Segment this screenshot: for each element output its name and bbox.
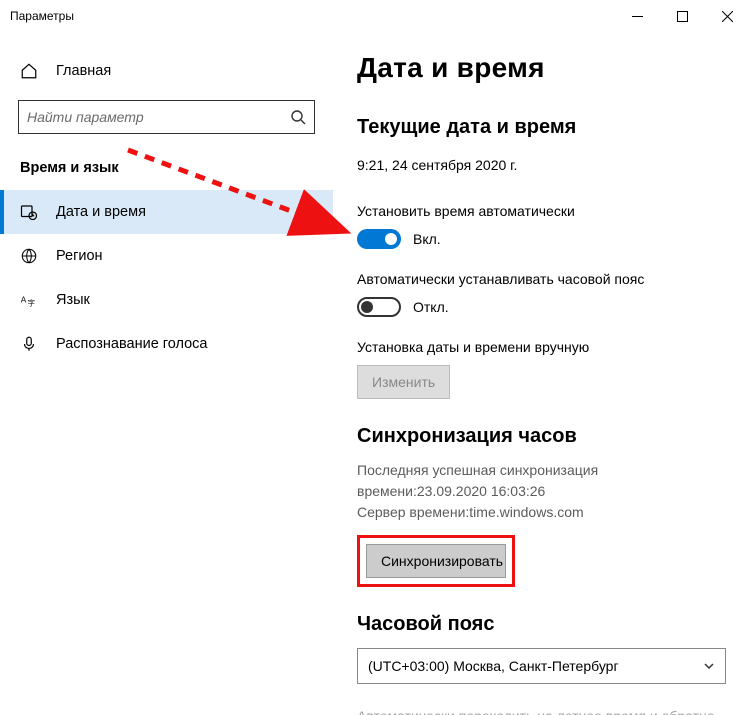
search-input-container[interactable]	[18, 100, 315, 134]
current-heading: Текущие дата и время	[357, 116, 726, 139]
search-icon	[290, 109, 306, 125]
home-icon	[20, 62, 38, 80]
sidebar-item-date-time[interactable]: Дата и время	[0, 190, 333, 234]
sidebar-category: Время и язык	[0, 152, 333, 190]
close-button[interactable]	[705, 0, 750, 32]
current-datetime: 9:21, 24 сентября 2020 г.	[357, 157, 726, 173]
manual-label: Установка даты и времени вручную	[357, 339, 726, 355]
search-input[interactable]	[27, 109, 290, 125]
sync-last: Последняя успешная синхронизация времени…	[357, 460, 726, 502]
tz-heading: Часовой пояс	[357, 613, 726, 636]
calendar-clock-icon	[20, 203, 38, 221]
sync-button[interactable]: Синхронизировать	[366, 544, 506, 578]
sidebar-item-region[interactable]: Регион	[0, 234, 333, 278]
titlebar: Параметры	[0, 0, 750, 32]
minimize-icon	[632, 11, 643, 22]
sidebar: Главная Время и язык Дата и время Регион…	[0, 32, 333, 715]
content-area: Дата и время Текущие дата и время 9:21, …	[333, 32, 750, 715]
sidebar-item-speech[interactable]: Распознавание голоса	[0, 322, 333, 366]
window-controls	[615, 0, 750, 32]
dst-label: Автоматически переходить на летнее время…	[357, 708, 726, 715]
auto-tz-label: Автоматически устанавливать часовой пояс	[357, 271, 726, 287]
microphone-icon	[20, 335, 38, 353]
auto-tz-state: Откл.	[413, 299, 449, 315]
timezone-value: (UTC+03:00) Москва, Санкт-Петербург	[368, 658, 619, 674]
auto-time-label: Установить время автоматически	[357, 203, 726, 219]
window-title: Параметры	[10, 9, 74, 23]
language-icon: A字	[20, 291, 38, 309]
svg-text:字: 字	[28, 297, 36, 307]
sidebar-item-language[interactable]: A字 Язык	[0, 278, 333, 322]
minimize-button[interactable]	[615, 0, 660, 32]
maximize-icon	[677, 11, 688, 22]
auto-tz-toggle[interactable]	[357, 297, 401, 317]
maximize-button[interactable]	[660, 0, 705, 32]
auto-time-toggle[interactable]	[357, 229, 401, 249]
sidebar-home-label: Главная	[56, 63, 111, 79]
timezone-select[interactable]: (UTC+03:00) Москва, Санкт-Петербург	[357, 648, 726, 684]
sidebar-item-label: Дата и время	[56, 204, 146, 220]
change-button: Изменить	[357, 365, 450, 399]
sync-server: Сервер времени:time.windows.com	[357, 502, 726, 523]
auto-time-state: Вкл.	[413, 231, 441, 247]
sidebar-item-label: Язык	[56, 292, 90, 308]
sidebar-item-label: Регион	[56, 248, 103, 264]
globe-icon	[20, 247, 38, 265]
sync-heading: Синхронизация часов	[357, 425, 726, 448]
chevron-down-icon	[703, 660, 715, 672]
sidebar-item-label: Распознавание голоса	[56, 336, 208, 352]
page-title: Дата и время	[357, 52, 726, 84]
sidebar-home[interactable]: Главная	[0, 52, 333, 90]
svg-text:A: A	[21, 295, 27, 304]
highlight-annotation: Синхронизировать	[357, 535, 515, 587]
close-icon	[722, 11, 733, 22]
